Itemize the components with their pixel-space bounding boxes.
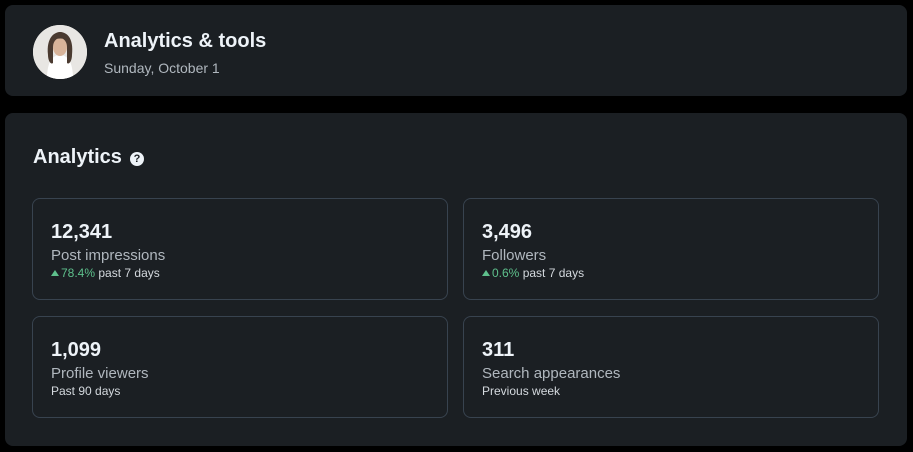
metric-period: Past 90 days	[51, 384, 121, 398]
avatar[interactable]	[33, 25, 87, 79]
trend-value: 78.4%	[61, 266, 96, 280]
header-card: Analytics & tools Sunday, October 1	[5, 5, 907, 96]
metric-search-appearances[interactable]: 311 Search appearances Previous week	[463, 316, 879, 418]
metric-value: 12,341	[51, 221, 113, 243]
metric-subtext: 78.4% past 7 days	[51, 266, 160, 280]
analytics-title: Analytics	[33, 146, 122, 168]
avatar-image	[33, 25, 87, 79]
metric-value: 311	[482, 339, 515, 361]
analytics-heading: Analytics ?	[33, 146, 144, 169]
metric-followers[interactable]: 3,496 Followers 0.6% past 7 days	[463, 198, 879, 300]
metric-label: Profile viewers	[51, 365, 149, 382]
trend-period: past 7 days	[98, 266, 160, 280]
metric-profile-viewers[interactable]: 1,099 Profile viewers Past 90 days	[32, 316, 448, 418]
trend-period: past 7 days	[522, 266, 585, 280]
page-title: Analytics & tools	[104, 30, 267, 52]
metric-label: Search appearances	[482, 365, 621, 382]
trend-value: 0.6%	[492, 266, 520, 280]
metric-label: Post impressions	[51, 247, 166, 264]
metric-period: Previous week	[482, 384, 561, 398]
metric-value: 1,099	[51, 339, 102, 361]
trend-up-icon	[482, 270, 490, 276]
metric-label: Followers	[482, 247, 547, 264]
metric-value: 3,496	[482, 221, 533, 243]
metric-subtext: 0.6% past 7 days	[482, 266, 584, 280]
question-circle-icon[interactable]: ?	[129, 152, 144, 166]
analytics-card: Analytics ? 12,341 Post impressions 78.4…	[5, 113, 907, 446]
trend-indicator: 78.4%	[51, 266, 95, 280]
page: Analytics & tools Sunday, October 1 Anal…	[0, 0, 913, 452]
trend-up-icon	[51, 270, 59, 276]
header-date: Sunday, October 1	[104, 60, 220, 76]
metric-post-impressions[interactable]: 12,341 Post impressions 78.4% past 7 day…	[32, 198, 448, 300]
trend-indicator: 0.6%	[482, 266, 519, 280]
